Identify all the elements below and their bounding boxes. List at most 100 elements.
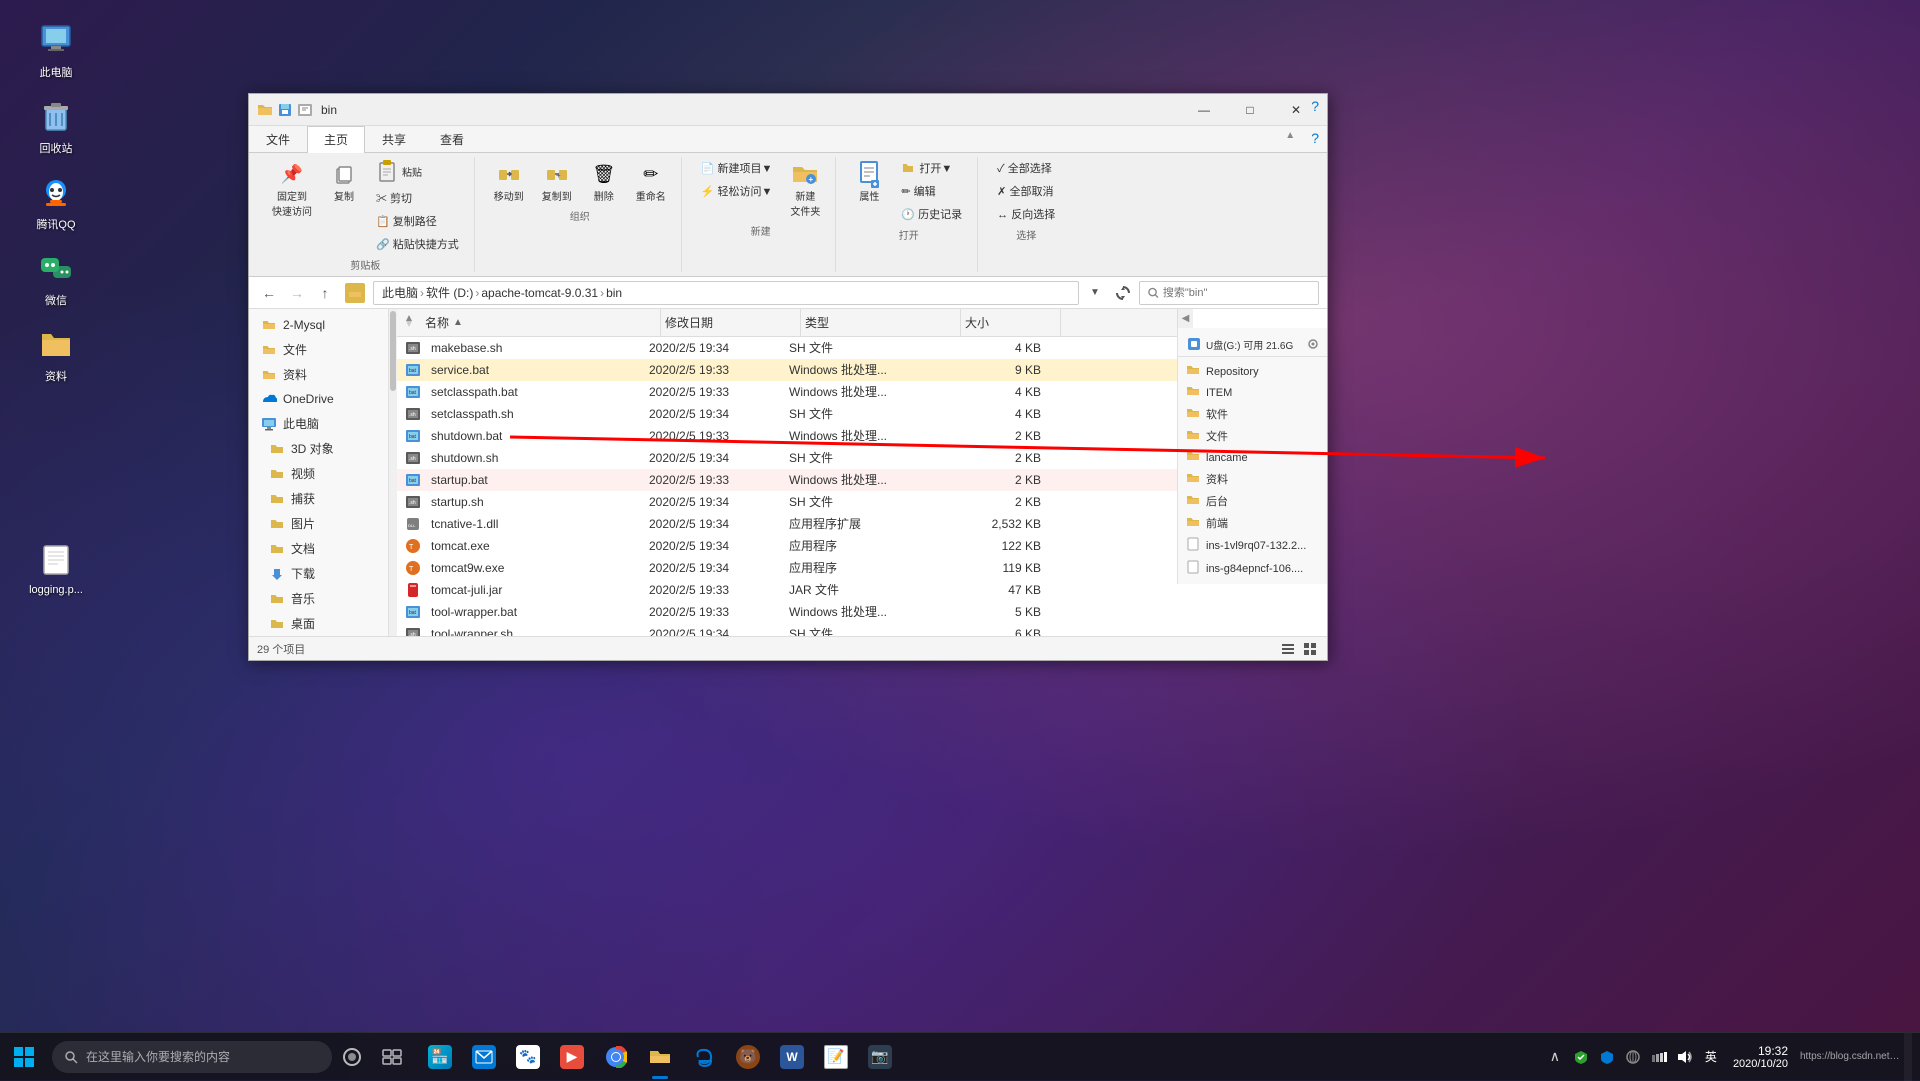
- sidebar-item-downloads[interactable]: 下载: [249, 561, 388, 586]
- address-path[interactable]: 此电脑 › 软件 (D:) › apache-tomcat-9.0.31 › b…: [373, 281, 1079, 305]
- sidebar-item-video[interactable]: 视频: [249, 461, 388, 486]
- sidebar-scroll-thumb[interactable]: [390, 311, 396, 391]
- task-view-button[interactable]: [372, 1037, 412, 1077]
- list-view-button[interactable]: [1279, 640, 1297, 658]
- desktop-icon-computer[interactable]: 此电脑: [20, 20, 92, 80]
- invert-select-button[interactable]: ↔ 反向选择: [990, 203, 1062, 225]
- right-panel-item[interactable]: ins-g84epncf-106....: [1178, 557, 1327, 580]
- table-row[interactable]: bat startup.bat 2020/2/5 19:33 Windows 批…: [397, 469, 1177, 491]
- right-panel-item[interactable]: 前端: [1178, 512, 1327, 534]
- language-indicator[interactable]: 英: [1701, 1044, 1721, 1069]
- url-display[interactable]: https://blog.csdn.net/dyahh: [1800, 1051, 1900, 1062]
- right-panel-item[interactable]: 文件: [1178, 425, 1327, 447]
- table-row[interactable]: bat setclasspath.bat 2020/2/5 19:33 Wind…: [397, 381, 1177, 403]
- tab-view[interactable]: 查看: [423, 126, 481, 152]
- taskbar-explorer-icon[interactable]: [640, 1033, 680, 1081]
- refresh-button[interactable]: [1111, 281, 1135, 305]
- sidebar-item-mysql[interactable]: 2-Mysql: [249, 313, 388, 337]
- col-header-name[interactable]: 名称 ▲: [421, 309, 661, 336]
- maximize-button[interactable]: □: [1227, 94, 1273, 126]
- right-panel-item[interactable]: 资料: [1178, 468, 1327, 490]
- volume-icon[interactable]: [1673, 1045, 1697, 1069]
- edit-ribbon-button[interactable]: ✏ 编辑: [894, 180, 969, 202]
- copy-to-button[interactable]: + 复制到: [535, 157, 579, 206]
- taskbar-mail-icon[interactable]: [464, 1033, 504, 1081]
- right-panel-item[interactable]: 软件: [1178, 403, 1327, 425]
- taskbar-bear-icon[interactable]: 🐻: [728, 1033, 768, 1081]
- up-button[interactable]: ↑: [313, 281, 337, 305]
- sidebar-item-music[interactable]: 音乐: [249, 586, 388, 611]
- table-row[interactable]: .sh startup.sh 2020/2/5 19:34 SH 文件 2 KB: [397, 491, 1177, 513]
- vpn-icon[interactable]: [1621, 1045, 1645, 1069]
- cut-button[interactable]: ✂ 剪切: [369, 187, 466, 209]
- tab-share[interactable]: 共享: [365, 126, 423, 152]
- right-panel-item[interactable]: 后台: [1178, 490, 1327, 512]
- taskbar-chrome-icon[interactable]: [596, 1033, 636, 1081]
- ribbon-help[interactable]: ?: [1303, 126, 1327, 152]
- sidebar-item-data[interactable]: 资料: [249, 362, 388, 387]
- table-row[interactable]: bat tool-wrapper.bat 2020/2/5 19:33 Wind…: [397, 601, 1177, 623]
- start-button[interactable]: [0, 1033, 48, 1081]
- table-row[interactable]: T tomcat9w.exe 2020/2/5 19:34 应用程序 119 K…: [397, 557, 1177, 579]
- delete-button[interactable]: 🗑 删除: [583, 157, 625, 206]
- desktop-icon-data[interactable]: 资料: [20, 324, 92, 384]
- history-button[interactable]: 🕐 历史记录: [894, 203, 969, 225]
- rename-button[interactable]: ✏ 重命名: [629, 157, 673, 206]
- shield-icon[interactable]: [1595, 1045, 1619, 1069]
- desktop-icon-logging[interactable]: logging.p...: [20, 540, 92, 596]
- taskbar-video-icon[interactable]: ▶: [552, 1033, 592, 1081]
- table-row[interactable]: T tomcat.exe 2020/2/5 19:34 应用程序 122 KB: [397, 535, 1177, 557]
- sidebar-item-docs[interactable]: 文档: [249, 536, 388, 561]
- antivirus-icon[interactable]: [1569, 1045, 1593, 1069]
- table-row[interactable]: bat shutdown.bat 2020/2/5 19:33 Windows …: [397, 425, 1177, 447]
- network-icon[interactable]: [1647, 1045, 1671, 1069]
- taskbar-search-box[interactable]: 在这里输入你要搜索的内容: [52, 1041, 332, 1073]
- deselect-all-button[interactable]: ✗ 全部取消: [990, 180, 1062, 202]
- right-panel-item[interactable]: Repository: [1178, 361, 1327, 382]
- taskbar-text-editor-icon[interactable]: 📝: [816, 1033, 856, 1081]
- forward-button[interactable]: →: [285, 281, 309, 305]
- col-header-type[interactable]: 类型: [801, 309, 961, 336]
- move-to-button[interactable]: 移动到: [487, 157, 531, 206]
- pin-quick-access-button[interactable]: 📌 固定到快速访问: [265, 157, 319, 221]
- cortana-button[interactable]: [332, 1037, 372, 1077]
- sidebar-item-3d[interactable]: 3D 对象: [249, 436, 388, 461]
- table-row[interactable]: tomcat-juli.jar 2020/2/5 19:33 JAR 文件 47…: [397, 579, 1177, 601]
- help-button[interactable]: ?: [1311, 98, 1319, 114]
- easy-access-button[interactable]: ⚡ 轻松访问▼: [694, 180, 780, 202]
- col-header-date[interactable]: 修改日期: [661, 309, 801, 336]
- select-all-button[interactable]: ✓ 全部选择: [990, 157, 1062, 179]
- col-header-size[interactable]: 大小: [961, 309, 1061, 336]
- table-row[interactable]: .sh shutdown.sh 2020/2/5 19:34 SH 文件 2 K…: [397, 447, 1177, 469]
- desktop-icon-recycle[interactable]: 回收站: [20, 96, 92, 156]
- right-panel-item[interactable]: ITEM: [1178, 382, 1327, 403]
- tab-file[interactable]: 文件: [249, 126, 307, 152]
- panel-toggle-button[interactable]: ◀: [1177, 309, 1193, 328]
- taskbar-clock[interactable]: 19:32 2020/10/20: [1725, 1044, 1796, 1070]
- taskbar-baidu-icon[interactable]: 🐾: [508, 1033, 548, 1081]
- table-row[interactable]: .sh setclasspath.sh 2020/2/5 19:34 SH 文件…: [397, 403, 1177, 425]
- sidebar-item-files[interactable]: 文件: [249, 337, 388, 362]
- taskbar-screenshot-icon[interactable]: 📷: [860, 1033, 900, 1081]
- path-computer[interactable]: 此电脑: [382, 284, 418, 301]
- show-desktop-button[interactable]: [1904, 1033, 1912, 1081]
- table-row[interactable]: DLL tcnative-1.dll 2020/2/5 19:34 应用程序扩展…: [397, 513, 1177, 535]
- taskbar-store-icon[interactable]: 🏪: [420, 1033, 460, 1081]
- taskbar-edge-icon[interactable]: [684, 1033, 724, 1081]
- sidebar-item-capture[interactable]: 捕获: [249, 486, 388, 511]
- table-row[interactable]: bat service.bat 2020/2/5 19:33 Windows 批…: [397, 359, 1177, 381]
- back-button[interactable]: ←: [257, 281, 281, 305]
- sidebar-item-desktop[interactable]: 桌面: [249, 611, 388, 636]
- path-bin[interactable]: bin: [606, 286, 622, 300]
- desktop-icon-qq[interactable]: 腾讯QQ: [20, 172, 92, 232]
- copy-button[interactable]: 复制: [323, 157, 365, 206]
- sidebar-item-pictures[interactable]: 图片: [249, 511, 388, 536]
- path-drive[interactable]: 软件 (D:): [426, 284, 473, 301]
- new-folder-button[interactable]: + 新建文件夹: [783, 157, 827, 221]
- detail-view-button[interactable]: [1301, 640, 1319, 658]
- desktop-icon-wechat[interactable]: 微信: [20, 248, 92, 308]
- sidebar-scrollbar[interactable]: [389, 309, 397, 636]
- search-box[interactable]: [1139, 281, 1319, 305]
- minimize-button[interactable]: —: [1181, 94, 1227, 126]
- properties-button[interactable]: 属性: [848, 157, 890, 206]
